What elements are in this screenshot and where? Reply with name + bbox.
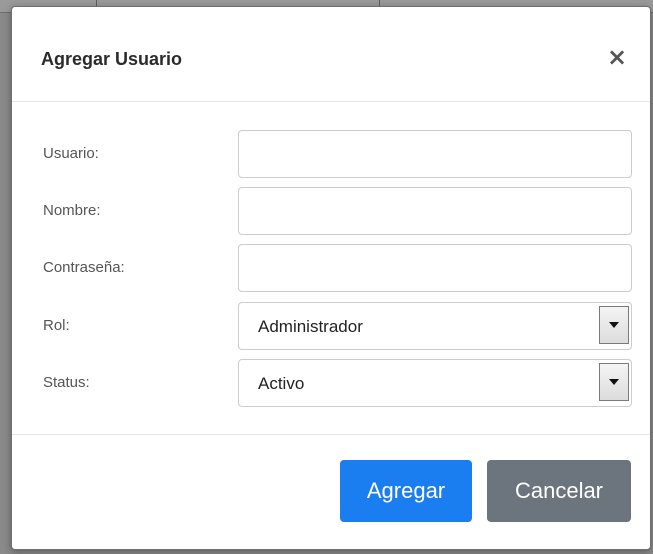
contrasena-label: Contraseña: <box>43 259 125 276</box>
chevron-down-icon[interactable] <box>599 363 629 401</box>
form-row-nombre: Nombre: <box>12 187 650 237</box>
status-select[interactable]: Activo <box>238 359 632 407</box>
status-label: Status: <box>43 374 90 391</box>
status-selected-value: Activo <box>258 374 305 393</box>
rol-selected-value: Administrador <box>258 317 363 336</box>
form-row-contrasena: Contraseña: <box>12 244 650 294</box>
modal-title: Agregar Usuario <box>41 49 183 69</box>
form-row-rol: Rol: Administrador <box>12 302 650 352</box>
cancelar-button[interactable]: Cancelar <box>487 460 631 522</box>
add-user-modal: Agregar Usuario × Usuario: Nombre: Contr… <box>11 6 651 550</box>
agregar-button[interactable]: Agregar <box>340 460 472 522</box>
form-row-usuario: Usuario: <box>12 130 650 180</box>
rol-select[interactable]: Administrador <box>238 302 632 350</box>
close-icon[interactable]: × <box>606 45 628 69</box>
modal-header: Agregar Usuario × <box>12 7 650 102</box>
contrasena-input[interactable] <box>238 244 632 292</box>
nombre-label: Nombre: <box>43 202 101 219</box>
rol-label: Rol: <box>43 317 70 334</box>
form-row-status: Status: Activo <box>12 359 650 409</box>
usuario-input[interactable] <box>238 130 632 178</box>
nombre-input[interactable] <box>238 187 632 235</box>
modal-body: Usuario: Nombre: Contraseña: Rol: Admini… <box>12 102 650 435</box>
usuario-label: Usuario: <box>43 145 99 162</box>
modal-footer: Agregar Cancelar <box>12 435 650 549</box>
chevron-down-icon[interactable] <box>599 306 629 344</box>
